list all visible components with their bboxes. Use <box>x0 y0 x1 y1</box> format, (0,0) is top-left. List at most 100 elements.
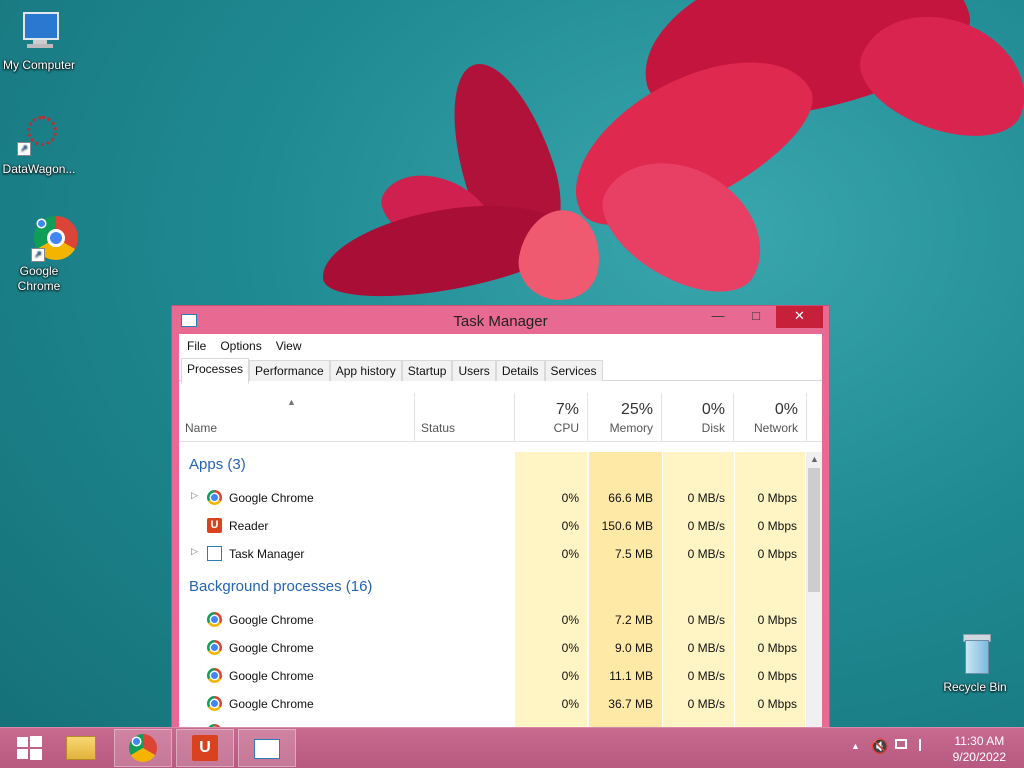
system-tray: ▲ 🔇 11:30 AM 9/20/2022 <box>849 728 1024 768</box>
desktop-icon-datawagon[interactable]: ↗ DataWagon... <box>0 114 78 177</box>
process-network: 0 Mbps <box>757 613 797 627</box>
process-name: Reader <box>229 519 269 533</box>
menu-file[interactable]: File <box>187 339 206 353</box>
taskbar-chrome-button[interactable] <box>114 729 172 767</box>
desktop-icon-label: Google Chrome <box>17 264 61 293</box>
process-network: 0 Mbps <box>757 641 797 655</box>
process-network: 0 Mbps <box>757 547 797 561</box>
desktop-icon-label: My Computer <box>2 58 76 72</box>
folder-icon <box>66 736 96 760</box>
process-cpu: 0% <box>561 519 579 533</box>
process-network: 0 Mbps <box>757 697 797 711</box>
taskbar-task-manager-button[interactable] <box>238 729 296 767</box>
scroll-thumb[interactable] <box>808 468 820 592</box>
process-disk: 0 MB/s <box>687 669 725 683</box>
process-memory: 36.7 MB <box>608 697 653 711</box>
chrome-icon <box>129 734 157 762</box>
column-header-status[interactable]: Status <box>415 393 515 441</box>
volume-muted-icon[interactable]: 🔇 <box>871 738 888 755</box>
table-row[interactable]: Google Chrome 0% 11.1 MB 0 MB/s 0 Mbps <box>179 662 805 690</box>
process-cpu: 0% <box>561 613 579 627</box>
expand-arrow-icon[interactable]: ▷ <box>191 546 198 557</box>
chrome-icon <box>207 668 222 683</box>
tab-users[interactable]: Users <box>452 360 496 381</box>
minimize-button[interactable]: — <box>703 306 733 328</box>
table-row[interactable]: Google Chrome 0% 7.2 MB 0 MB/s 0 Mbps <box>179 606 805 634</box>
process-cpu: 0% <box>561 547 579 561</box>
table-row[interactable]: ▷ Google Chrome 0% 66.6 MB 0 MB/s 0 Mbps <box>179 484 805 512</box>
column-header-memory[interactable]: 25% Memory <box>588 393 662 441</box>
process-disk: 0 MB/s <box>687 697 725 711</box>
process-cpu: 0% <box>561 697 579 711</box>
vertical-scrollbar[interactable]: ▲ <box>806 452 822 752</box>
process-disk: 0 MB/s <box>687 491 725 505</box>
tab-processes[interactable]: Processes <box>181 358 250 384</box>
process-name: Task Manager <box>229 547 305 561</box>
tab-details[interactable]: Details <box>495 360 545 381</box>
clock-time: 11:30 AM <box>954 734 1005 748</box>
chrome-icon <box>207 696 222 711</box>
windows-logo-icon <box>17 736 42 760</box>
process-network: 0 Mbps <box>757 491 797 505</box>
shortcut-arrow-icon: ↗ <box>17 142 31 156</box>
process-cpu: 0% <box>561 669 579 683</box>
chrome-icon <box>207 640 222 655</box>
action-center-flag-icon[interactable] <box>919 739 931 751</box>
process-cpu: 0% <box>561 641 579 655</box>
process-name: Google Chrome <box>229 641 314 655</box>
column-header-network[interactable]: 0% Network <box>734 393 807 441</box>
column-header-cpu[interactable]: 7% CPU <box>515 393 588 441</box>
column-header-name[interactable]: ▲ Name <box>179 393 415 441</box>
reader-icon: U <box>207 518 222 533</box>
group-header[interactable]: Background processes (16) <box>189 578 372 595</box>
process-disk: 0 MB/s <box>687 641 725 655</box>
file-explorer-button[interactable] <box>52 729 110 767</box>
tab-services[interactable]: Services <box>544 360 603 381</box>
network-icon[interactable] <box>895 739 907 749</box>
desktop-icon-my-computer[interactable]: My Computer <box>0 10 78 73</box>
window-client-area: File Options View Processes Performance … <box>179 334 822 752</box>
taskbar: U ▲ 🔇 11:30 AM 9/20/2022 <box>0 727 1024 768</box>
tab-strip: Processes Performance App history Startu… <box>179 358 822 384</box>
tab-startup[interactable]: Startup <box>401 360 453 381</box>
process-network: 0 Mbps <box>757 519 797 533</box>
group-header[interactable]: Apps (3) <box>189 456 246 473</box>
process-memory: 7.2 MB <box>614 613 653 627</box>
taskbar-reader-button[interactable]: U <box>176 729 234 767</box>
title-bar[interactable]: Task Manager — □ ✕ <box>172 306 829 336</box>
process-memory: 66.6 MB <box>608 491 653 505</box>
tab-performance[interactable]: Performance <box>249 360 330 381</box>
table-row[interactable]: ▷ Task Manager 0% 7.5 MB 0 MB/s 0 Mbps <box>179 540 805 568</box>
table-row[interactable]: U Reader 0% 150.6 MB 0 MB/s 0 Mbps <box>179 512 805 540</box>
scroll-up-icon[interactable]: ▲ <box>810 454 819 464</box>
show-hidden-icons-button[interactable]: ▲ <box>851 741 860 751</box>
table-row[interactable]: Google Chrome 0% 9.0 MB 0 MB/s 0 Mbps <box>179 634 805 662</box>
desktop-icon-label: DataWagon... <box>2 162 76 176</box>
start-button[interactable] <box>0 729 58 767</box>
close-button[interactable]: ✕ <box>776 306 823 328</box>
recycle-bin-icon <box>953 632 997 676</box>
desktop-icon-recycle-bin[interactable]: Recycle Bin <box>936 632 1014 695</box>
process-memory: 11.1 MB <box>609 669 653 683</box>
process-name: Google Chrome <box>229 669 314 683</box>
task-manager-icon <box>254 739 280 759</box>
process-list: Apps (3) ▷ Google Chrome 0% 66.6 MB 0 MB/s 0 M… <box>179 452 805 752</box>
tab-app-history[interactable]: App history <box>329 360 402 381</box>
menu-view[interactable]: View <box>276 339 302 353</box>
table-row[interactable]: Google Chrome 0% 36.7 MB 0 MB/s 0 Mbps <box>179 690 805 718</box>
desktop-icon-google-chrome[interactable]: ↗ Google Chrome <box>0 216 78 294</box>
clock[interactable]: 11:30 AM 9/20/2022 <box>953 733 1006 765</box>
menu-options[interactable]: Options <box>220 339 261 353</box>
task-manager-window[interactable]: Task Manager — □ ✕ File Options View Pro… <box>171 305 830 752</box>
chrome-icon <box>207 612 222 627</box>
chrome-icon: ↗ <box>17 216 78 262</box>
process-disk: 0 MB/s <box>687 613 725 627</box>
process-name: Google Chrome <box>229 491 314 505</box>
process-memory: 150.6 MB <box>601 519 653 533</box>
expand-arrow-icon[interactable]: ▷ <box>191 490 198 501</box>
maximize-button[interactable]: □ <box>741 306 771 328</box>
task-manager-icon <box>207 546 222 561</box>
process-disk: 0 MB/s <box>687 519 725 533</box>
table-header: ▲ Name Status 7% CPU 25% Memory 0% Disk … <box>179 393 822 442</box>
column-header-disk[interactable]: 0% Disk <box>662 393 734 441</box>
